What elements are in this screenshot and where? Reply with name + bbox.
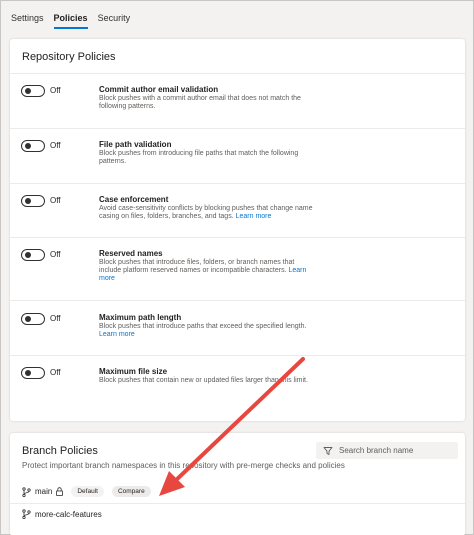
learn-more-link[interactable]: Learn more <box>99 331 135 338</box>
branch-icon <box>22 486 31 497</box>
policy-toggle[interactable] <box>21 195 45 207</box>
policy-title: Maximum file size <box>99 367 168 376</box>
policy-state-label: Off <box>50 141 61 150</box>
branch-row-main[interactable]: main Default Compare <box>22 486 151 497</box>
policy-title: Case enforcement <box>99 195 169 204</box>
repository-policies-title: Repository Policies <box>22 51 116 63</box>
policy-row-file-path: Off File path validation Block pushes fr… <box>10 128 465 183</box>
tab-settings[interactable]: Settings <box>11 3 44 29</box>
toggle-knob <box>25 88 31 94</box>
policy-toggle[interactable] <box>21 85 45 97</box>
lock-icon <box>56 487 64 496</box>
branch-divider <box>10 503 465 504</box>
repository-policies-card: Repository Policies Off Commit author em… <box>10 39 465 421</box>
branch-row-more-calc-features[interactable]: more-calc-features <box>22 509 102 519</box>
branch-search-box[interactable] <box>316 442 458 459</box>
toggle-knob <box>25 316 31 322</box>
policy-toggle[interactable] <box>21 140 45 152</box>
toggle-knob <box>25 198 31 204</box>
policy-toggle[interactable] <box>21 313 45 325</box>
branch-policies-card: Branch Policies Protect important branch… <box>10 433 465 535</box>
policy-description: Block pushes that introduce files, folde… <box>99 259 307 282</box>
policy-state-label: Off <box>50 250 61 259</box>
branch-name[interactable]: more-calc-features <box>35 510 102 519</box>
policy-description: Block pushes with a commit author email … <box>99 95 301 110</box>
policy-title: File path validation <box>99 140 172 149</box>
toggle-knob <box>25 370 31 376</box>
policy-toggle[interactable] <box>21 367 45 379</box>
policy-row-commit-author-email: Off Commit author email validation Block… <box>10 73 465 128</box>
tab-bar: Settings Policies Security <box>1 1 473 31</box>
policy-description: Block pushes that contain new or updated… <box>99 377 308 384</box>
policy-row-maximum-path-length: Off Maximum path length Block pushes tha… <box>10 300 465 355</box>
default-badge: Default <box>71 486 104 497</box>
filter-icon <box>323 446 333 455</box>
learn-more-link[interactable]: Learn more <box>236 213 272 220</box>
branch-name[interactable]: main <box>35 487 52 496</box>
branch-icon <box>22 509 31 519</box>
tab-security[interactable]: Security <box>98 3 131 29</box>
compare-badge[interactable]: Compare <box>111 486 151 497</box>
policy-state-label: Off <box>50 368 61 377</box>
policy-description: Block pushes from introducing file paths… <box>99 150 299 165</box>
policy-row-maximum-file-size: Off Maximum file size Block pushes that … <box>10 355 465 421</box>
policy-description: Avoid case-sensitivity conflicts by bloc… <box>99 205 313 220</box>
policy-state-label: Off <box>50 86 61 95</box>
policy-toggle[interactable] <box>21 249 45 261</box>
policy-state-label: Off <box>50 314 61 323</box>
policy-row-case-enforcement: Off Case enforcement Avoid case-sensitiv… <box>10 183 465 237</box>
policy-title: Commit author email validation <box>99 85 219 94</box>
toggle-knob <box>25 143 31 149</box>
branch-search-input[interactable] <box>339 446 449 455</box>
policy-state-label: Off <box>50 196 61 205</box>
policy-row-reserved-names: Off Reserved names Block pushes that int… <box>10 237 465 300</box>
policy-description: Block pushes that introduce paths that e… <box>99 323 307 338</box>
branch-policies-title: Branch Policies <box>22 445 98 457</box>
branch-policies-description: Protect important branch namespaces in t… <box>22 461 345 470</box>
policy-title: Maximum path length <box>99 313 182 322</box>
policy-title: Reserved names <box>99 249 163 258</box>
tab-policies[interactable]: Policies <box>53 3 88 29</box>
toggle-knob <box>25 252 31 258</box>
